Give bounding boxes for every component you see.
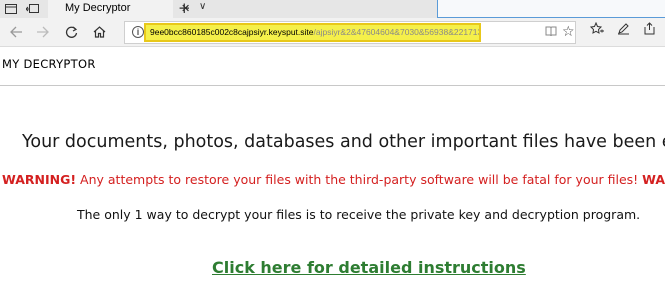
navigation-toolbar: i 9ee0bcc860185c002c8cajpsiyr.keysput.si… <box>0 18 665 47</box>
arrow-left-icon[interactable] <box>5 22 27 42</box>
warning-label: WARNING! <box>2 172 77 187</box>
page-title: MY DECRYPTOR <box>2 57 96 71</box>
warning-text: Any attempts to restore your files with … <box>76 172 643 187</box>
decryption-notice: The only 1 way to decrypt your files is … <box>77 207 641 222</box>
star-icon[interactable]: ☆ <box>562 24 575 40</box>
tab-strip: My Decryptor ✕ + ∨ <box>0 0 665 18</box>
favorites-hub-icon[interactable] <box>589 21 605 39</box>
url-text[interactable]: 9ee0bcc860185c002c8cajpsiyr.keysput.site… <box>144 23 481 42</box>
page-content: Your documents, photos, databases and ot… <box>0 86 665 283</box>
reading-view-icon[interactable] <box>545 26 557 40</box>
info-icon[interactable]: i <box>132 26 144 38</box>
headline: Your documents, photos, databases and ot… <box>22 132 665 152</box>
url-path: /ajpsiyr&2&47604604&7030&56938&2217134 <box>313 27 481 37</box>
arrow-right-icon[interactable] <box>31 22 53 42</box>
tab-preview-icon[interactable] <box>1 0 21 18</box>
share-icon[interactable] <box>643 22 656 39</box>
warning-message: WARNING! Any attempts to restore your fi… <box>2 172 665 187</box>
home-icon[interactable] <box>88 22 110 42</box>
page-header: MY DECRYPTOR <box>0 47 665 86</box>
window-edge <box>437 0 665 18</box>
warning-label-repeat: WARNING! <box>642 172 665 187</box>
chevron-down-icon[interactable]: ∨ <box>199 1 206 12</box>
address-bar[interactable]: i 9ee0bcc860185c002c8cajpsiyr.keysput.si… <box>124 21 576 44</box>
tab-title: My Decryptor <box>65 2 131 14</box>
pen-icon[interactable] <box>617 22 630 39</box>
tab-my-decryptor[interactable]: My Decryptor ✕ <box>48 0 190 18</box>
tab-set-aside-icon[interactable] <box>22 0 42 18</box>
refresh-icon[interactable] <box>60 22 82 42</box>
url-host: 9ee0bcc860185c002c8cajpsiyr.keysput.site <box>150 27 314 37</box>
instructions-link[interactable]: Click here for detailed instructions <box>212 258 526 277</box>
new-tab-button[interactable]: + <box>178 0 191 17</box>
